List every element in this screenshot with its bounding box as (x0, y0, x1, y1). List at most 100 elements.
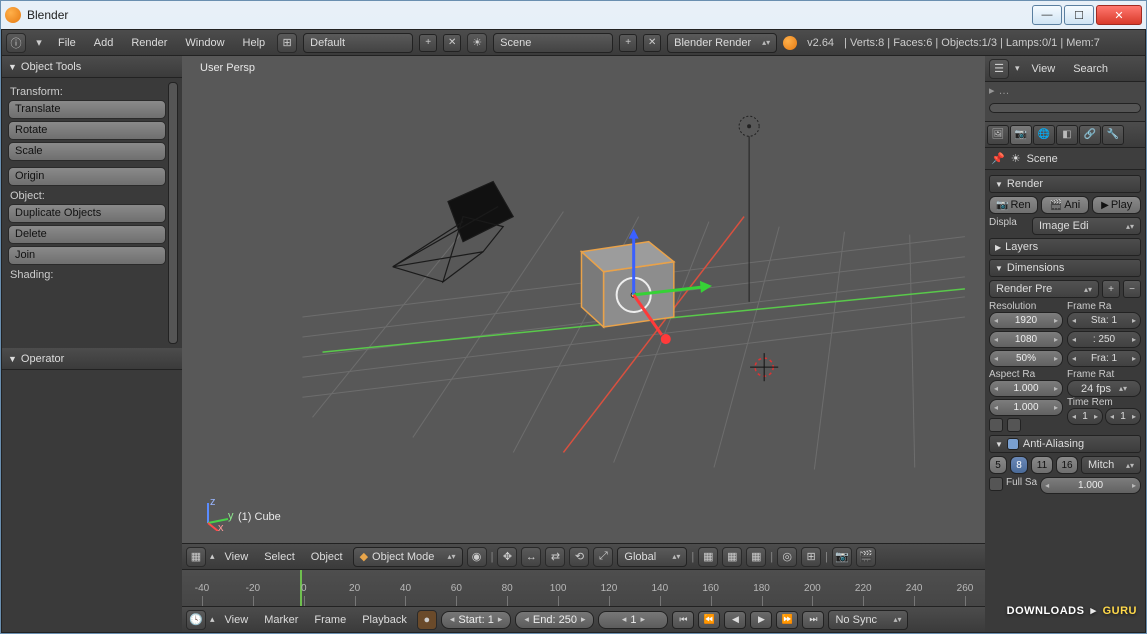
delete-button[interactable]: Delete (8, 225, 166, 244)
play-button[interactable]: ▶ (750, 611, 772, 629)
join-button[interactable]: Join (8, 246, 166, 265)
tab-modifiers-icon[interactable]: 🔧 (1102, 125, 1124, 145)
timeremap-new-field[interactable]: 1 (1105, 408, 1141, 425)
menu-add[interactable]: Add (88, 35, 120, 51)
aa-5-button[interactable]: 5 (989, 456, 1007, 474)
prev-keyframe-button[interactable]: ⏪ (698, 611, 720, 629)
pivot-icon[interactable]: ✥ (497, 547, 517, 567)
tool-shelf-scroll[interactable]: Transform: Translate Rotate Scale Origin… (2, 78, 182, 348)
aa-enable-checkbox[interactable] (1007, 438, 1019, 450)
preset-remove-button[interactable]: − (1123, 280, 1141, 298)
crumb-scene[interactable]: Scene (1027, 153, 1058, 165)
timeline-menu-marker[interactable]: Marker (258, 612, 304, 628)
screen-add-button[interactable]: + (419, 34, 437, 52)
border-checkbox[interactable] (989, 418, 1003, 432)
next-keyframe-button[interactable]: ⏩ (776, 611, 798, 629)
current-frame-field[interactable]: ◂1▸ (598, 611, 668, 629)
pin-icon[interactable]: 📌 (991, 152, 1005, 165)
render-anim-icon[interactable]: 🎬 (856, 547, 876, 567)
render-preset-field[interactable]: Render Pre▴▾ (989, 280, 1099, 298)
collapse-menus-icon[interactable]: ▾ (32, 33, 46, 53)
orientation-field[interactable]: Global▴▾ (617, 547, 687, 567)
manipulator-scale-icon[interactable]: ⤢ (593, 547, 613, 567)
scene-delete-button[interactable]: ✕ (643, 34, 661, 52)
editor-type-3dview-icon[interactable]: ▦ (186, 547, 206, 567)
render-image-button[interactable]: 📷Ren (989, 196, 1038, 214)
properties-body[interactable]: ▼Render 📷Ren 🎬Ani ▶Play Displa Image Edi… (985, 170, 1145, 632)
scene-add-button[interactable]: + (619, 34, 637, 52)
screen-layout-field[interactable]: Default (303, 33, 413, 53)
render-preview-icon[interactable]: 📷 (832, 547, 852, 567)
fps-field[interactable]: 24 fps▴▾ (1067, 380, 1141, 397)
auto-keyframe-icon[interactable]: ● (417, 610, 437, 630)
object-tools-header[interactable]: ▼Object Tools (2, 56, 182, 78)
jump-end-button[interactable]: ⏭ (802, 611, 824, 629)
view3d-menu-select[interactable]: Select (258, 549, 301, 565)
frame-end-field[interactable]: : 250 (1067, 331, 1141, 348)
outliner-menu-view[interactable]: View (1026, 61, 1062, 77)
manipulator-toggle-icon[interactable]: ↔ (521, 547, 541, 567)
view3d-menu-object[interactable]: Object (305, 549, 349, 565)
full-sample-checkbox[interactable] (989, 477, 1003, 491)
screen-browse-icon[interactable]: ⊞ (277, 33, 297, 53)
aspect-y-field[interactable]: 1.000 (989, 399, 1063, 416)
aa-panel-header[interactable]: ▼Anti-Aliasing (989, 435, 1141, 453)
timeremap-old-field[interactable]: 1 (1067, 408, 1103, 425)
snap-type-icon[interactable]: ⊞ (801, 547, 821, 567)
timeline-menu-view[interactable]: View (219, 612, 255, 628)
snap-icon[interactable]: ◎ (777, 547, 797, 567)
close-button[interactable]: ✕ (1096, 5, 1142, 25)
render-panel-header[interactable]: ▼Render (989, 175, 1141, 193)
outliner-tree[interactable]: ▸… (985, 82, 1145, 122)
tab-object-icon[interactable]: ◧ (1056, 125, 1078, 145)
display-type-field[interactable]: Image Edi▴▾ (1032, 217, 1141, 235)
menu-render[interactable]: Render (125, 35, 173, 51)
outliner-scrollbar[interactable] (989, 103, 1141, 113)
timeline-track[interactable]: -40-200204060801001201401601802002202402… (182, 570, 985, 606)
aa-8-button[interactable]: 8 (1010, 456, 1028, 474)
jump-start-button[interactable]: ⏮ (672, 611, 694, 629)
tab-constraints-icon[interactable]: 🔗 (1079, 125, 1101, 145)
timeline-menu-frame[interactable]: Frame (308, 612, 352, 628)
view3d-menu-view[interactable]: View (219, 549, 255, 565)
aa-size-field[interactable]: 1.000 (1040, 477, 1141, 494)
tab-scene-icon[interactable]: 📷 (1010, 125, 1032, 145)
tab-render-icon[interactable]: 🖼 (987, 125, 1009, 145)
manipulator-rotate-icon[interactable]: ⟲ (569, 547, 589, 567)
layers-2-icon[interactable]: ▦ (722, 547, 742, 567)
start-frame-field[interactable]: ◂Start: 1▸ (441, 611, 512, 629)
end-frame-field[interactable]: ◂End: 250▸ (515, 611, 594, 629)
render-play-button[interactable]: ▶Play (1092, 196, 1141, 214)
render-engine-field[interactable]: Blender Render ▴▾ (667, 33, 777, 53)
mode-selector[interactable]: ◆ Object Mode ▴▾ (353, 547, 463, 567)
translate-button[interactable]: Translate (8, 100, 166, 119)
menu-file[interactable]: File (52, 35, 82, 51)
scale-button[interactable]: Scale (8, 142, 166, 161)
origin-button[interactable]: Origin (8, 167, 166, 186)
outliner-menu-search[interactable]: Search (1067, 61, 1114, 77)
editor-type-timeline-icon[interactable]: 🕓 (186, 610, 206, 630)
res-x-field[interactable]: 1920 (989, 312, 1063, 329)
layers-3-icon[interactable]: ▦ (746, 547, 766, 567)
window-titlebar[interactable]: Blender — ☐ ✕ (1, 1, 1146, 29)
minimize-button[interactable]: — (1032, 5, 1062, 25)
aa-11-button[interactable]: 11 (1031, 456, 1053, 474)
scene-browse-icon[interactable]: ☀ (467, 33, 487, 53)
duplicate-button[interactable]: Duplicate Objects (8, 204, 166, 223)
operator-header[interactable]: ▼Operator (2, 348, 182, 370)
layers-1-icon[interactable]: ▦ (698, 547, 718, 567)
frame-start-field[interactable]: Sta: 1 (1067, 312, 1141, 329)
screen-delete-button[interactable]: ✕ (443, 34, 461, 52)
aspect-x-field[interactable]: 1.000 (989, 380, 1063, 397)
menu-window[interactable]: Window (179, 35, 230, 51)
editor-type-outliner-icon[interactable]: ☰ (989, 59, 1009, 79)
manipulator-translate-icon[interactable]: ⇄ (545, 547, 565, 567)
editor-type-info-icon[interactable]: ⓘ (6, 33, 26, 53)
aa-filter-field[interactable]: Mitch▴▾ (1081, 456, 1141, 474)
preset-add-button[interactable]: + (1102, 280, 1120, 298)
render-anim-button[interactable]: 🎬Ani (1041, 196, 1090, 214)
play-reverse-button[interactable]: ◀ (724, 611, 746, 629)
res-percent-field[interactable]: 50% (989, 350, 1063, 367)
sync-mode-field[interactable]: No Sync▴▾ (828, 610, 908, 630)
scene-field[interactable]: Scene (493, 33, 613, 53)
